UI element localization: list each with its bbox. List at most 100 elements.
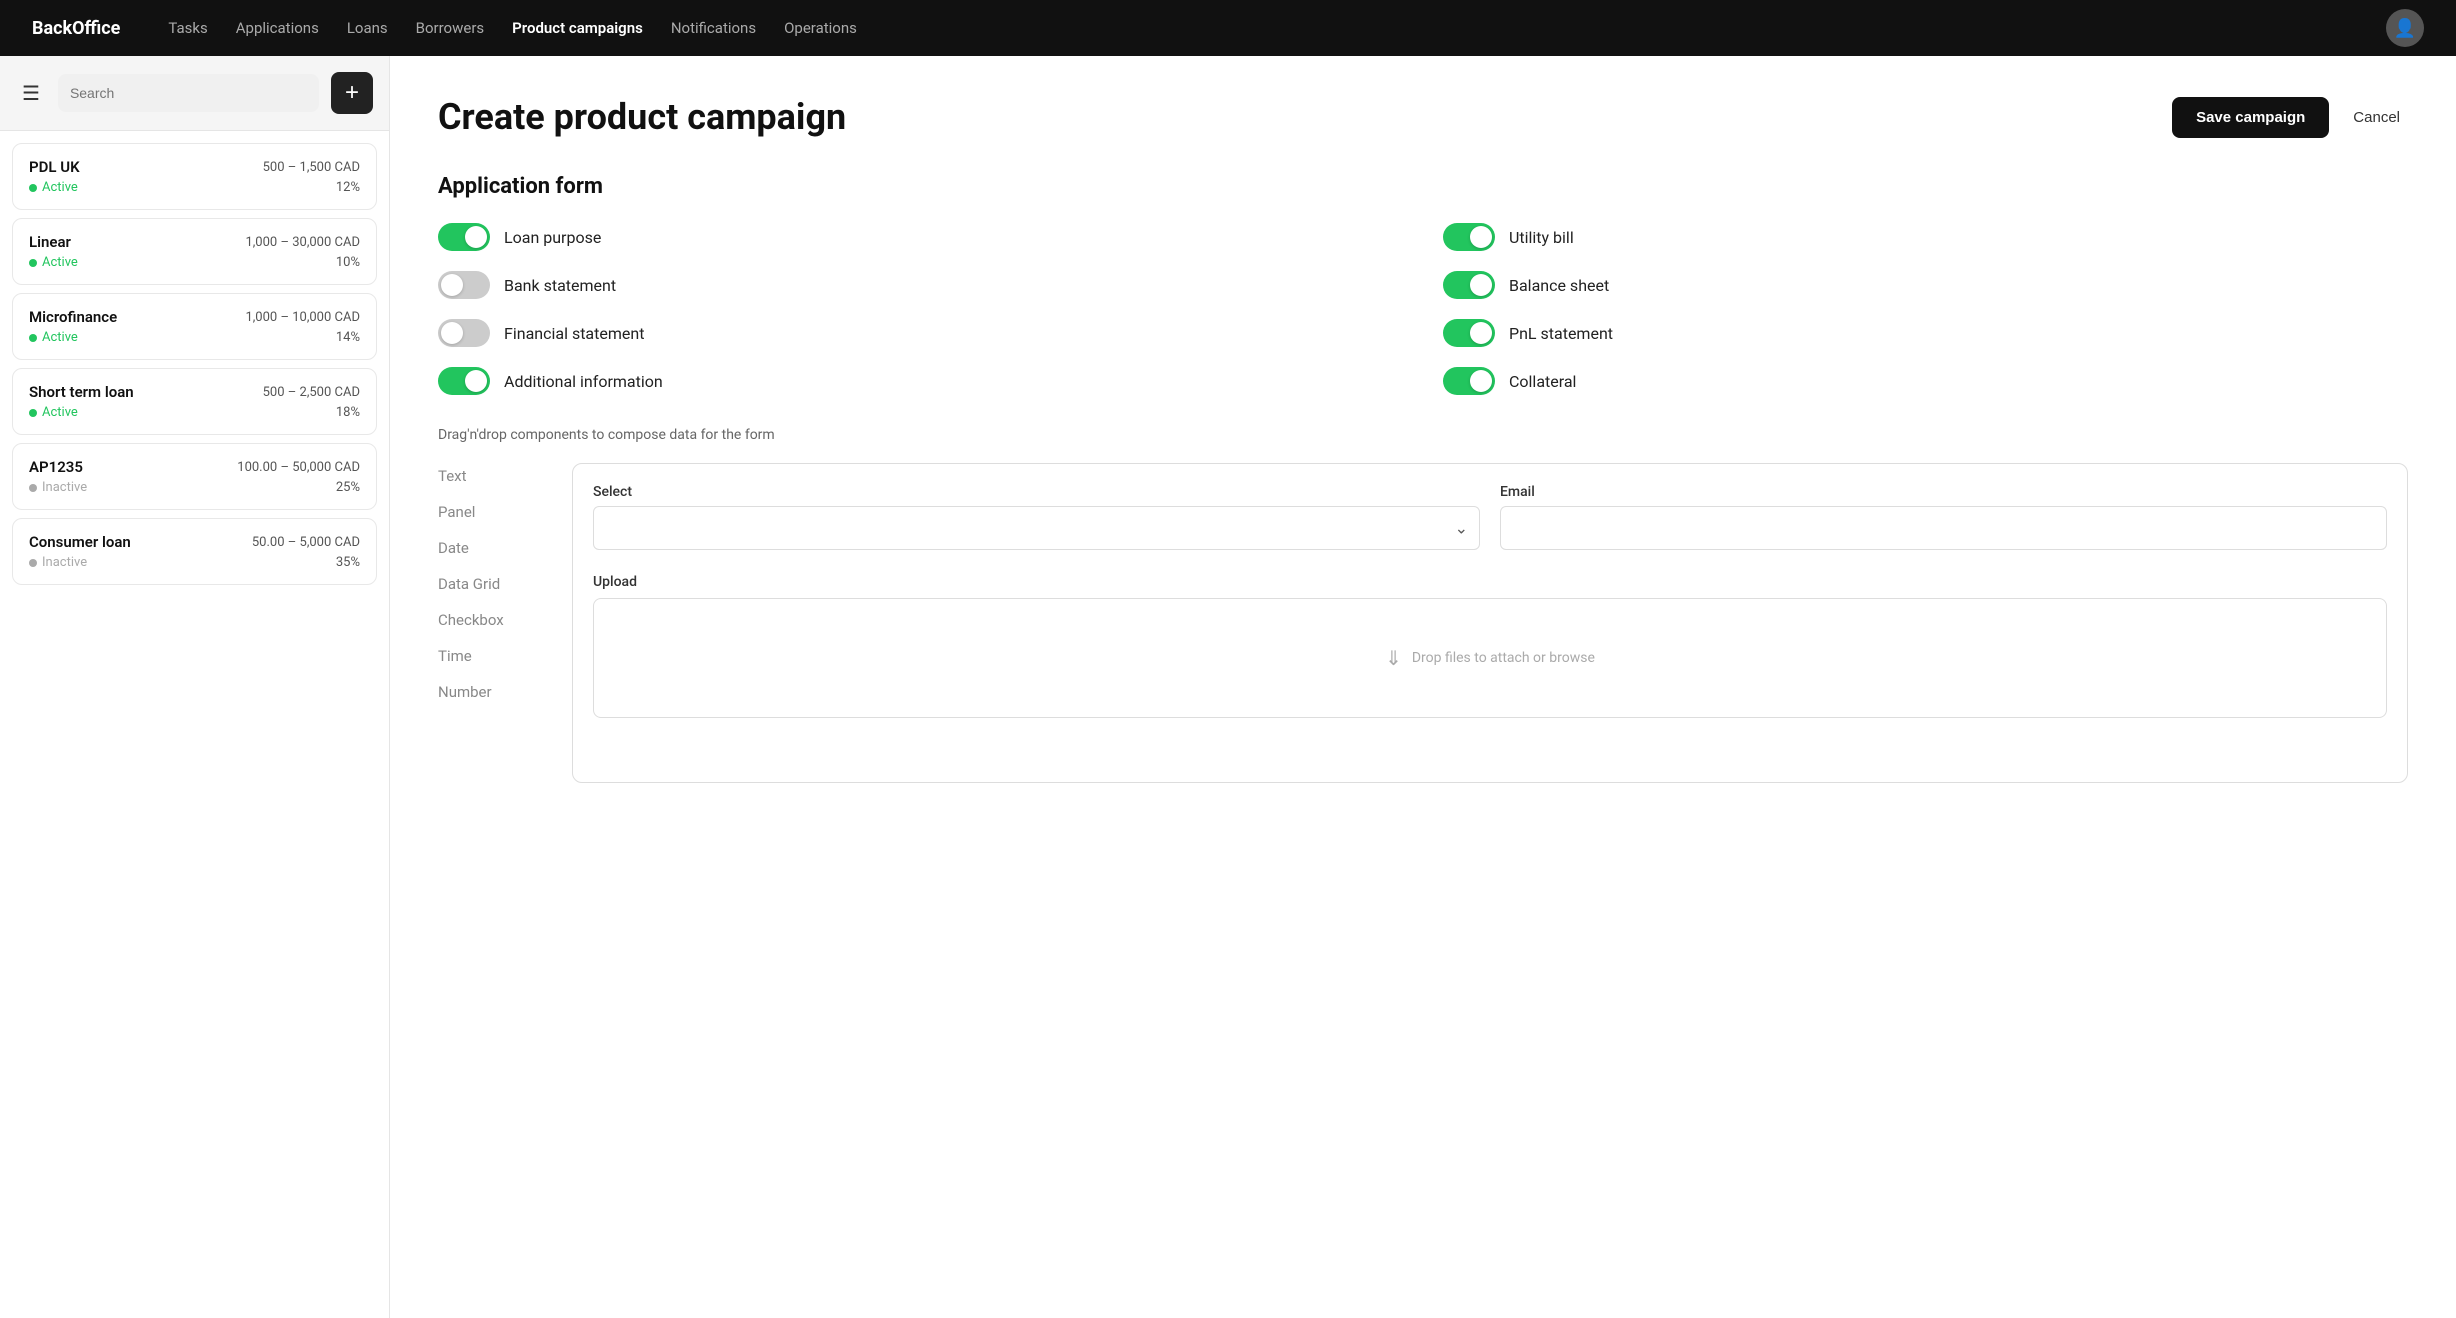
bank-statement-toggle[interactable] — [438, 271, 490, 299]
section-title: Application form — [438, 174, 2408, 199]
toggle-row-additional-info: Additional information — [438, 367, 1403, 395]
nav-product-campaigns[interactable]: Product campaigns — [512, 19, 643, 37]
status-badge: Active — [29, 255, 78, 270]
user-avatar[interactable]: 👤 — [2386, 9, 2424, 47]
toggle-label: Financial statement — [504, 324, 644, 343]
toggle-label: Additional information — [504, 372, 663, 391]
item-range: 1,000 – 30,000 CAD — [245, 235, 360, 250]
nav-borrowers[interactable]: Borrowers — [416, 19, 485, 37]
list-item[interactable]: Short term loan 500 – 2,500 CAD Active 1… — [12, 368, 377, 435]
pnl-statement-toggle[interactable] — [1443, 319, 1495, 347]
menu-icon-button[interactable]: ☰ — [16, 75, 46, 112]
item-rate: 14% — [336, 330, 360, 345]
loan-purpose-toggle[interactable] — [438, 223, 490, 251]
save-campaign-button[interactable]: Save campaign — [2172, 97, 2329, 138]
item-name: Short term loan — [29, 383, 134, 401]
email-label: Email — [1500, 484, 2387, 500]
item-rate: 18% — [336, 405, 360, 420]
component-text[interactable]: Text — [438, 463, 548, 489]
status-dot — [29, 184, 37, 192]
item-name: PDL UK — [29, 158, 80, 176]
list-item[interactable]: Linear 1,000 – 30,000 CAD Active 10% — [12, 218, 377, 285]
balance-sheet-toggle[interactable] — [1443, 271, 1495, 299]
collateral-toggle[interactable] — [1443, 367, 1495, 395]
toggle-row-balance-sheet: Balance sheet — [1443, 271, 2408, 299]
email-input[interactable] — [1500, 506, 2387, 550]
component-number[interactable]: Number — [438, 679, 548, 705]
select-input[interactable] — [593, 506, 1480, 550]
list-item[interactable]: Consumer loan 50.00 – 5,000 CAD Inactive… — [12, 518, 377, 585]
upload-hint-text: Drop files to attach or browse — [1412, 650, 1595, 666]
list-item[interactable]: AP1235 100.00 – 50,000 CAD Inactive 25% — [12, 443, 377, 510]
item-range: 500 – 1,500 CAD — [263, 160, 360, 175]
campaign-list: PDL UK 500 – 1,500 CAD Active 12% Linear… — [0, 131, 389, 597]
upload-field-group: Upload ⇓ Drop files to attach or browse — [593, 574, 2387, 718]
cancel-button[interactable]: Cancel — [2345, 97, 2408, 138]
toggle-row-bank-statement: Bank statement — [438, 271, 1403, 299]
component-time[interactable]: Time — [438, 643, 548, 669]
component-palette: Text Panel Date Data Grid Checkbox Time … — [438, 463, 548, 705]
nav-loans[interactable]: Loans — [347, 19, 388, 37]
select-label: Select — [593, 484, 1480, 500]
header-actions: Save campaign Cancel — [2172, 97, 2408, 138]
status-badge: Inactive — [29, 555, 87, 570]
status-text: Active — [42, 180, 78, 195]
status-dot — [29, 559, 37, 567]
add-campaign-button[interactable]: + — [331, 72, 373, 114]
status-dot — [29, 259, 37, 267]
dnd-hint-text: Drag'n'drop components to compose data f… — [438, 427, 2408, 443]
list-item[interactable]: Microfinance 1,000 – 10,000 CAD Active 1… — [12, 293, 377, 360]
status-text: Active — [42, 405, 78, 420]
nav-applications[interactable]: Applications — [236, 19, 319, 37]
toggle-label: PnL statement — [1509, 324, 1613, 343]
upload-dropzone[interactable]: ⇓ Drop files to attach or browse — [593, 598, 2387, 718]
form-canvas: Select ⌄ Email Upload — [572, 463, 2408, 783]
status-badge: Active — [29, 180, 78, 195]
status-text: Inactive — [42, 555, 87, 570]
toggle-label: Bank statement — [504, 276, 616, 295]
additional-info-toggle[interactable] — [438, 367, 490, 395]
nav-notifications[interactable]: Notifications — [671, 19, 756, 37]
component-date[interactable]: Date — [438, 535, 548, 561]
nav-operations[interactable]: Operations — [784, 19, 857, 37]
email-field-group: Email — [1500, 484, 2387, 550]
sidebar-toolbar: ☰ + — [0, 56, 389, 131]
status-dot — [29, 334, 37, 342]
canvas-fields-row: Select ⌄ Email — [593, 484, 2387, 550]
status-badge: Inactive — [29, 480, 87, 495]
toggle-row-financial-statement: Financial statement — [438, 319, 1403, 347]
nav-tasks[interactable]: Tasks — [168, 19, 207, 37]
item-range: 100.00 – 50,000 CAD — [237, 460, 360, 475]
item-rate: 12% — [336, 180, 360, 195]
toggle-row-utility-bill: Utility bill — [1443, 223, 2408, 251]
status-badge: Active — [29, 330, 78, 345]
toggle-row-collateral: Collateral — [1443, 367, 2408, 395]
list-item[interactable]: PDL UK 500 – 1,500 CAD Active 12% — [12, 143, 377, 210]
toggles-grid: Loan purpose Utility bill Bank statement — [438, 223, 2408, 395]
brand-logo: BackOffice — [32, 18, 120, 39]
component-panel[interactable]: Panel — [438, 499, 548, 525]
select-wrapper: ⌄ — [593, 506, 1480, 550]
financial-statement-toggle[interactable] — [438, 319, 490, 347]
item-range: 50.00 – 5,000 CAD — [252, 535, 360, 550]
nav-links: Tasks Applications Loans Borrowers Produ… — [168, 19, 2354, 37]
item-name: Microfinance — [29, 308, 117, 326]
item-name: Linear — [29, 233, 71, 251]
status-dot — [29, 484, 37, 492]
search-input[interactable] — [58, 74, 319, 112]
utility-bill-toggle[interactable] — [1443, 223, 1495, 251]
item-range: 1,000 – 10,000 CAD — [245, 310, 360, 325]
page-title: Create product campaign — [438, 96, 846, 138]
sidebar: ☰ + PDL UK 500 – 1,500 CAD Active 12% — [0, 56, 390, 1318]
toggle-label: Loan purpose — [504, 228, 601, 247]
select-field-group: Select ⌄ — [593, 484, 1480, 550]
component-checkbox[interactable]: Checkbox — [438, 607, 548, 633]
navbar: BackOffice Tasks Applications Loans Borr… — [0, 0, 2456, 56]
status-text: Active — [42, 330, 78, 345]
status-badge: Active — [29, 405, 78, 420]
component-data-grid[interactable]: Data Grid — [438, 571, 548, 597]
toggle-row-loan-purpose: Loan purpose — [438, 223, 1403, 251]
toggle-row-pnl-statement: PnL statement — [1443, 319, 2408, 347]
dnd-layout: Text Panel Date Data Grid Checkbox Time … — [438, 463, 2408, 783]
status-dot — [29, 409, 37, 417]
